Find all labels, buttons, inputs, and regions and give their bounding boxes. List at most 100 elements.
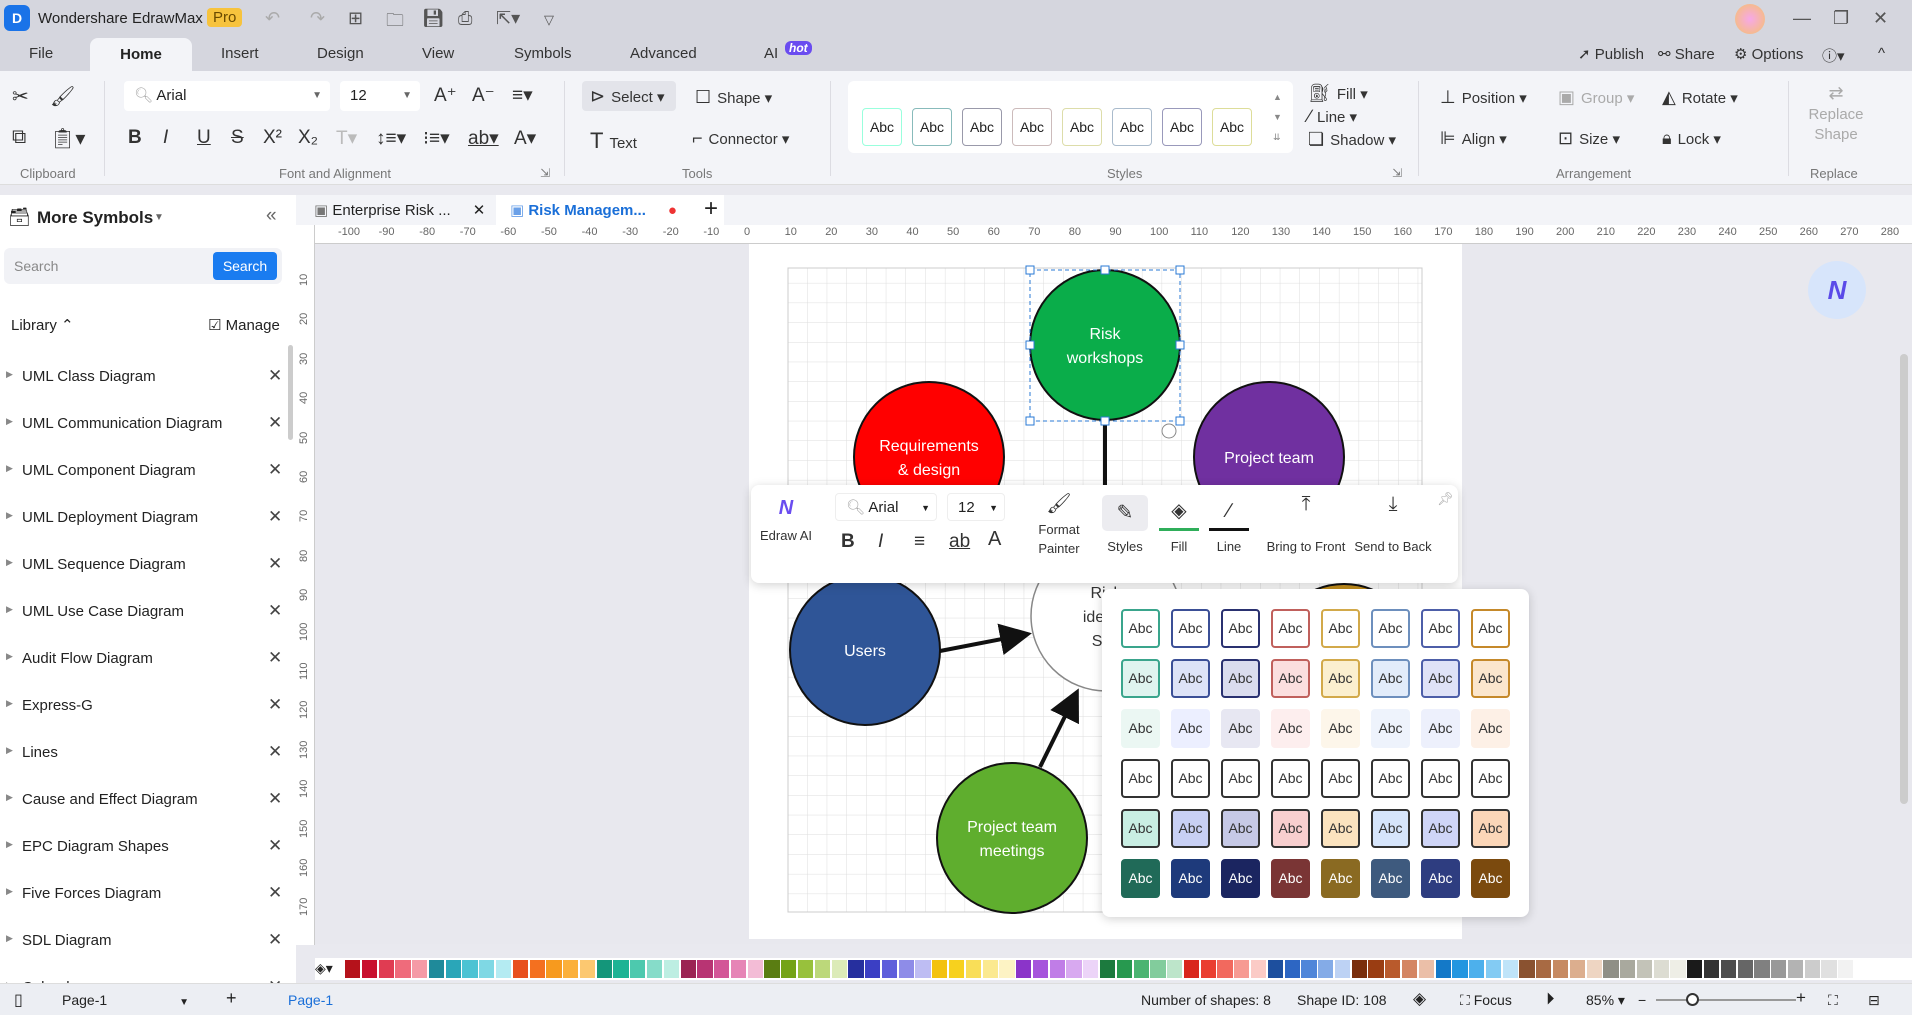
style-option[interactable]: Abc bbox=[1171, 759, 1210, 798]
color-swatch[interactable] bbox=[798, 960, 814, 978]
color-swatch[interactable] bbox=[1821, 960, 1837, 978]
style-option[interactable]: Abc bbox=[1371, 859, 1410, 898]
group-button[interactable]: ▣ Group ▾ bbox=[1558, 87, 1634, 108]
add-tab-icon[interactable]: + bbox=[704, 195, 718, 223]
style-swatch[interactable]: Abc bbox=[962, 108, 1002, 146]
font-size-select[interactable]: 12 ▼ bbox=[340, 81, 420, 111]
bold-icon[interactable]: B bbox=[841, 532, 855, 551]
style-option[interactable]: Abc bbox=[1421, 809, 1460, 848]
italic-icon[interactable]: I bbox=[878, 532, 883, 551]
open-folder-icon[interactable]: 🗀 bbox=[386, 8, 404, 38]
remove-library-icon[interactable]: ✕ bbox=[268, 695, 282, 715]
format-painter-button[interactable]: 🖌︎ Format Painter bbox=[1029, 494, 1089, 558]
replace-shape-button[interactable]: ⇄ Replace Shape bbox=[1806, 83, 1866, 145]
style-swatch[interactable]: Abc bbox=[912, 108, 952, 146]
color-swatch[interactable] bbox=[613, 960, 629, 978]
color-swatch[interactable] bbox=[1334, 960, 1351, 978]
color-swatch[interactable] bbox=[596, 960, 612, 978]
library-item[interactable]: ▶ UML Use Case Diagram ✕ bbox=[0, 598, 290, 628]
line-button[interactable]: ∕ Line ▾ bbox=[1308, 106, 1357, 127]
library-item[interactable]: ▶ UML Communication Diagram ✕ bbox=[0, 410, 290, 440]
style-option[interactable]: Abc bbox=[1471, 709, 1510, 748]
color-swatch[interactable] bbox=[848, 960, 864, 978]
expand-icon[interactable]: ▶ bbox=[6, 933, 13, 944]
style-option[interactable]: Abc bbox=[1371, 809, 1410, 848]
remove-library-icon[interactable]: ✕ bbox=[268, 460, 282, 480]
expand-icon[interactable]: ▶ bbox=[6, 745, 13, 756]
color-swatch[interactable] bbox=[1704, 960, 1720, 978]
strikethrough-icon[interactable]: S bbox=[231, 127, 244, 149]
minimize-icon[interactable]: — bbox=[1793, 8, 1811, 29]
color-swatch[interactable] bbox=[496, 960, 512, 978]
options-button[interactable]: ⚙ Options bbox=[1734, 45, 1803, 63]
customize-icon[interactable]: ▽ bbox=[544, 12, 554, 28]
decrease-font-icon[interactable]: A⁻ bbox=[472, 84, 495, 107]
select-button[interactable]: ⊳ Select ▾ bbox=[582, 81, 676, 111]
library-item[interactable]: ▶ Express-G ✕ bbox=[0, 692, 290, 722]
color-swatch[interactable] bbox=[1100, 960, 1116, 978]
style-option[interactable]: Abc bbox=[1121, 859, 1160, 898]
paste-icon[interactable]: 📋︎▾ bbox=[50, 126, 85, 151]
color-swatch[interactable] bbox=[630, 960, 646, 978]
focus-button[interactable]: ⛶ Focus bbox=[1460, 992, 1512, 1009]
color-swatch[interactable] bbox=[479, 960, 495, 978]
color-swatch[interactable] bbox=[1418, 960, 1435, 978]
remove-library-icon[interactable]: ✕ bbox=[268, 366, 282, 386]
color-swatch[interactable] bbox=[1620, 960, 1636, 978]
styles-dialog-icon[interactable]: ⇲ bbox=[1392, 166, 1402, 180]
bold-icon[interactable]: B bbox=[128, 127, 142, 149]
rotate-button[interactable]: ◭ Rotate ▾ bbox=[1662, 87, 1738, 108]
menu-file[interactable]: File bbox=[29, 45, 53, 62]
style-option[interactable]: Abc bbox=[1371, 659, 1410, 698]
color-swatch[interactable] bbox=[1083, 960, 1099, 978]
font-color-icon[interactable]: A bbox=[988, 529, 1001, 549]
align-icon[interactable]: ≡▾ bbox=[512, 84, 533, 107]
color-swatch[interactable] bbox=[1049, 960, 1065, 978]
color-swatch[interactable] bbox=[1385, 960, 1401, 978]
style-option[interactable]: Abc bbox=[1471, 759, 1510, 798]
color-swatch[interactable] bbox=[999, 960, 1015, 978]
style-option[interactable]: Abc bbox=[1371, 709, 1410, 748]
menu-insert[interactable]: Insert bbox=[221, 45, 259, 62]
lock-button[interactable]: 🔒︎ Lock ▾ bbox=[1662, 128, 1721, 149]
color-swatch[interactable] bbox=[730, 960, 747, 978]
expand-icon[interactable]: ▶ bbox=[6, 839, 13, 850]
font-size-select[interactable]: 12 ▼ bbox=[947, 493, 1005, 521]
color-swatch[interactable] bbox=[1838, 960, 1854, 978]
undo-icon[interactable]: ↶ bbox=[265, 8, 280, 29]
color-swatch[interactable] bbox=[445, 960, 461, 978]
pin-icon[interactable]: 📌︎ bbox=[1437, 489, 1454, 508]
style-option[interactable]: Abc bbox=[1121, 659, 1160, 698]
connector-button[interactable]: ⌐ Connector ▾ bbox=[692, 128, 789, 149]
style-swatch[interactable]: Abc bbox=[1162, 108, 1202, 146]
fill-button[interactable]: ◈ Fill bbox=[1159, 495, 1199, 556]
font-color-icon[interactable]: A▾ bbox=[514, 127, 536, 150]
zoom-out-icon[interactable]: − bbox=[1638, 992, 1646, 1008]
color-swatch[interactable] bbox=[1569, 960, 1586, 978]
publish-button[interactable]: ➚ Publish bbox=[1578, 45, 1644, 63]
style-option[interactable]: Abc bbox=[1421, 659, 1460, 698]
expand-icon[interactable]: ▶ bbox=[6, 792, 13, 803]
highlight-icon[interactable]: ab bbox=[949, 532, 970, 551]
library-item[interactable]: ▶ EPC Diagram Shapes ✕ bbox=[0, 833, 290, 863]
color-swatch[interactable] bbox=[663, 960, 680, 978]
library-item[interactable]: ▶ Audit Flow Diagram ✕ bbox=[0, 645, 290, 675]
rotate-handle-icon[interactable] bbox=[1161, 423, 1177, 439]
tab-risk-management[interactable]: ▣ Risk Managem... ● bbox=[496, 195, 724, 225]
color-swatch[interactable] bbox=[1032, 960, 1049, 978]
library-item[interactable]: ▶ Lines ✕ bbox=[0, 739, 290, 769]
color-swatch[interactable] bbox=[1536, 960, 1552, 978]
layers-icon[interactable]: ◈ bbox=[1413, 989, 1426, 1009]
new-icon[interactable]: ⊞ bbox=[348, 8, 363, 29]
style-option[interactable]: Abc bbox=[1271, 609, 1310, 648]
page-tab[interactable]: Page-1 bbox=[288, 992, 333, 1008]
remove-library-icon[interactable]: ✕ bbox=[268, 930, 282, 950]
style-option[interactable]: Abc bbox=[1471, 659, 1510, 698]
style-option[interactable]: Abc bbox=[1271, 659, 1310, 698]
color-swatch[interactable] bbox=[378, 960, 394, 978]
align-icon[interactable]: ≡ bbox=[914, 532, 925, 551]
remove-library-icon[interactable]: ✕ bbox=[268, 836, 282, 856]
color-swatch[interactable] bbox=[512, 960, 529, 978]
color-swatch[interactable] bbox=[546, 960, 562, 978]
color-swatch[interactable] bbox=[1603, 960, 1619, 978]
